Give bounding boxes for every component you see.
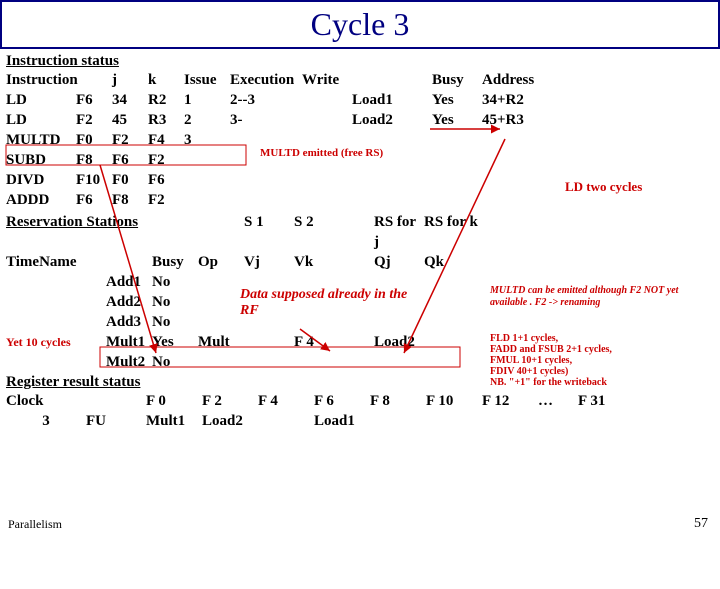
table-row: MULTD — [6, 130, 76, 150]
fu-label: FU — [86, 411, 146, 431]
col-write: Write — [302, 70, 352, 90]
col-busy: Busy — [432, 70, 482, 90]
col-s1: S 1 — [244, 212, 294, 252]
col-j: j — [112, 70, 148, 90]
col-k: k — [148, 70, 184, 90]
col-rsj: RS for j — [374, 212, 424, 252]
footer-left: Parallelism — [8, 517, 62, 532]
clock-value: 3 — [6, 411, 86, 431]
table-row: Add1 — [106, 272, 152, 292]
table-row: Add3 — [106, 312, 152, 332]
page-title: Cycle 3 — [2, 6, 718, 43]
reservation-stations-heading: Reservation Stations — [6, 212, 198, 252]
table-row: Mult1 — [106, 332, 152, 352]
footer-right: 57 — [694, 516, 708, 532]
latencies-annotation: FLD 1+1 cycles, FADD and FSUB 2+1 cycles… — [490, 333, 710, 388]
data-supposed-annotation: Data supposed already in the RF — [240, 287, 410, 319]
col-issue: Issue — [184, 70, 230, 90]
table-row: ADDD — [6, 190, 76, 210]
multd-emitted-annotation: MULTD emitted (free RS) — [260, 147, 383, 159]
table-row: SUBD — [6, 150, 76, 170]
content: Instruction status Instruction j k Issue… — [0, 49, 720, 431]
col-s2: S 2 — [294, 212, 374, 252]
instruction-status-heading: Instruction status — [6, 53, 714, 70]
col-instruction: Instruction — [6, 70, 76, 90]
table-row: LD — [6, 90, 76, 110]
table-row: DIVD — [6, 170, 76, 190]
register-result-table: Clock F 0 F 2 F 4 F 6 F 8 F 10 F 12 … F … — [6, 391, 714, 431]
col-address: Address — [482, 70, 552, 90]
ld-two-cycles-annotation: LD two cycles — [565, 179, 642, 195]
yet10-annotation: Yet 10 cycles — [6, 332, 106, 352]
clock-label: Clock — [6, 391, 86, 411]
table-row: LD — [6, 110, 76, 130]
title-box: Cycle 3 — [0, 0, 720, 49]
table-row: Mult2 — [106, 352, 152, 372]
col-execution: Execution — [230, 70, 302, 90]
col-rsk: RS for k — [424, 212, 494, 252]
multd-renaming-annotation: MULTD can be emitted although F2 NOT yet… — [490, 285, 710, 309]
table-row: Add2 — [106, 292, 152, 312]
